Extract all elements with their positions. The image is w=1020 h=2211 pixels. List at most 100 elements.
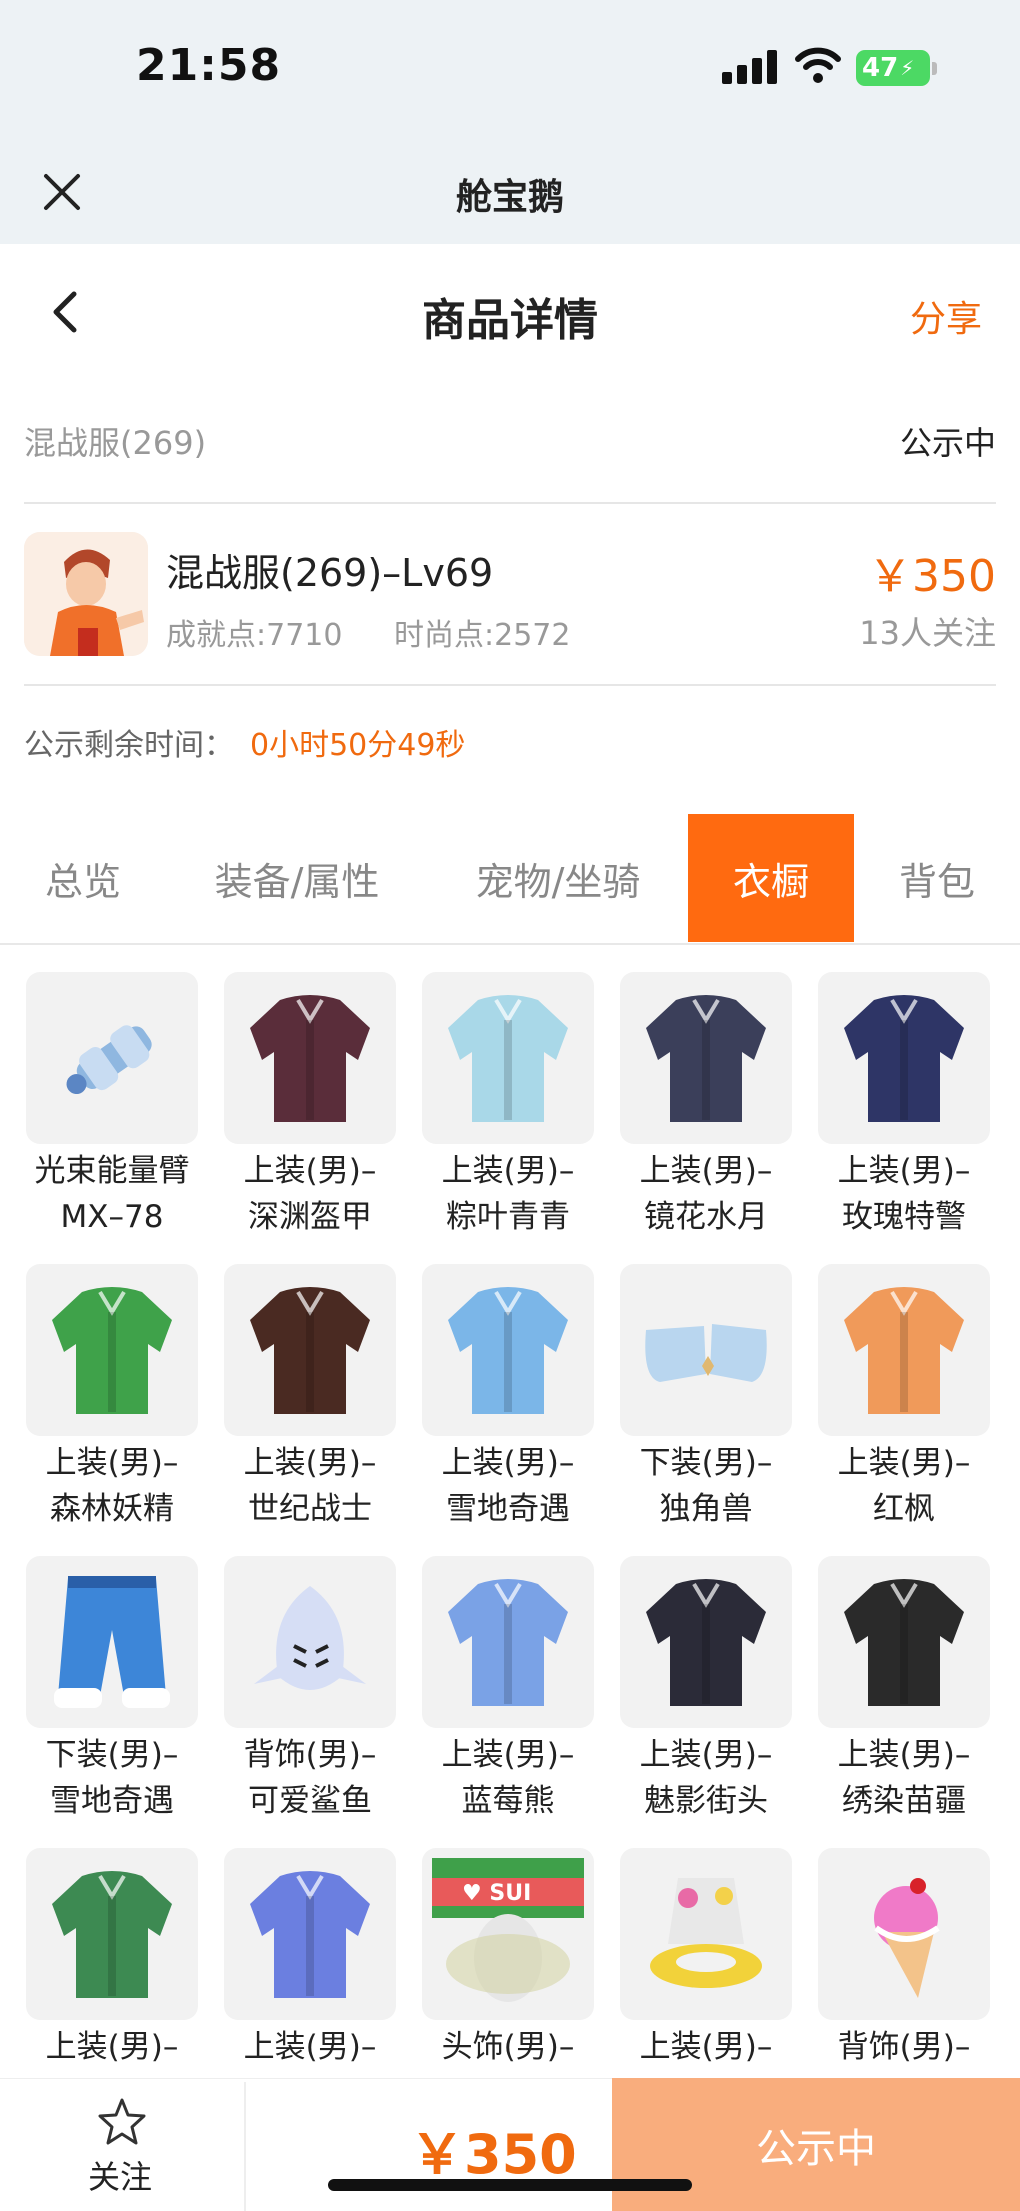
wardrobe-item[interactable]: 背饰(男)– — [818, 1848, 990, 2108]
battery-level: 47 — [862, 53, 899, 83]
wardrobe-item-type: 下装(男)– — [639, 1445, 773, 1481]
wardrobe-item-type: 上装(男)– — [441, 1153, 575, 1189]
wardrobe-item[interactable]: 上装(男)– 镜花水月 — [620, 972, 792, 1235]
wardrobe-item[interactable]: 上装(男)– — [224, 1848, 396, 2108]
battery-cap — [932, 62, 937, 75]
wardrobe-item-name: 独角兽 — [659, 1491, 753, 1527]
wardrobe-item[interactable]: 下装(男)– 独角兽 — [620, 1264, 792, 1527]
wardrobe-item[interactable]: 上装(男)– 蓝莓熊 — [422, 1556, 594, 1819]
tab-bar: 总览 装备/属性 宠物/坐骑 衣橱 背包 — [0, 814, 1020, 944]
wardrobe-item-type: 上装(男)– — [639, 1153, 773, 1189]
wardrobe-item-label: 上装(男)– 世纪战士 — [210, 1440, 410, 1532]
item-name: 混战服(269)–Lv69 — [166, 551, 494, 595]
floatie-icon — [620, 1848, 792, 2020]
divider — [244, 2082, 246, 2211]
wardrobe-item-name: 镜花水月 — [644, 1199, 768, 1235]
energy-arm-icon — [26, 972, 198, 1144]
countdown-label: 公示剩余时间： — [24, 728, 234, 763]
star-icon — [98, 2098, 146, 2145]
wardrobe-item-type: 上装(男)– — [639, 1737, 773, 1773]
wardrobe-item-label: 上装(男)– 森林妖精 — [12, 1440, 212, 1532]
status-button-label: 公示中 — [756, 2125, 876, 2172]
home-indicator — [328, 2179, 692, 2191]
divider — [24, 684, 996, 686]
uniform-icon — [818, 972, 990, 1144]
wardrobe-item[interactable]: 上装(男)– 红枫 — [818, 1264, 990, 1527]
bottom-price: ￥350 — [410, 2123, 577, 2186]
wardrobe-item-name: 深渊盔甲 — [248, 1199, 372, 1235]
street-jacket-icon — [620, 1556, 792, 1728]
achievement-points: 成就点:7710 — [166, 618, 343, 653]
follow-button[interactable]: 关注 — [60, 2096, 180, 2196]
wardrobe-item[interactable]: 下装(男)– 雪地奇遇 — [26, 1556, 198, 1819]
wardrobe-item-type: 头饰(男)– — [441, 2029, 575, 2065]
follower-count: 13人关注 — [859, 614, 996, 652]
pants-icon — [26, 1556, 198, 1728]
tab-label: 总览 — [44, 859, 121, 904]
tab-pets[interactable]: 宠物/坐骑 — [428, 814, 688, 942]
tab-label: 宠物/坐骑 — [475, 859, 641, 904]
wardrobe-item-type: 上装(男)– — [243, 1445, 377, 1481]
share-button[interactable]: 分享 — [910, 290, 982, 342]
boots-icon — [620, 1264, 792, 1436]
wardrobe-item-label: 上装(男)– 红枫 — [804, 1440, 1004, 1532]
shark-icon — [224, 1556, 396, 1728]
status-time: 21:58 — [136, 40, 282, 91]
wardrobe-item-type: 上装(男)– — [441, 1445, 575, 1481]
wardrobe-item[interactable]: 上装(男)– 玫瑰特警 — [818, 972, 990, 1235]
wardrobe-item-label: 上装(男)– — [12, 2024, 212, 2070]
tab-label: 装备/属性 — [214, 859, 380, 904]
page-title: 商品详情 — [422, 295, 598, 346]
wardrobe-item[interactable]: 上装(男)– — [26, 1848, 198, 2108]
wardrobe-item-name: 森林妖精 — [50, 1491, 174, 1527]
wardrobe-item[interactable]: 上装(男)– — [620, 1848, 792, 2108]
wardrobe-item-type: 上装(男)– — [45, 2029, 179, 2065]
fashion-points: 时尚点:2572 — [394, 618, 571, 653]
tab-label: 衣橱 — [732, 859, 809, 904]
tab-overview[interactable]: 总览 — [0, 814, 166, 942]
wardrobe-item-label: 头饰(男)– — [408, 2024, 608, 2070]
graffiti-jacket-icon — [224, 1848, 396, 2020]
character-avatar — [24, 532, 148, 656]
wardrobe-item[interactable]: ♥ SUI 头饰(男)– — [422, 1848, 594, 2108]
wardrobe-item[interactable]: 上装(男)– 深渊盔甲 — [224, 972, 396, 1235]
hat-icon: ♥ SUI — [422, 1848, 594, 2020]
leaf-outfit-icon — [26, 1264, 198, 1436]
jacket-icon — [620, 972, 792, 1144]
wardrobe-item-label: 上装(男)– 雪地奇遇 — [408, 1440, 608, 1532]
wardrobe-item[interactable]: 上装(男)– 世纪战士 — [224, 1264, 396, 1527]
wardrobe-item-label: 背饰(男)– — [804, 2024, 1004, 2070]
wardrobe-item-name: 世纪战士 — [248, 1491, 372, 1527]
tab-bag[interactable]: 背包 — [854, 814, 1020, 942]
wifi-icon — [795, 47, 841, 83]
wardrobe-item[interactable]: 上装(男)– 魅影街头 — [620, 1556, 792, 1819]
wardrobe-item[interactable]: 上装(男)– 粽叶青青 — [422, 972, 594, 1235]
wardrobe-item-label: 上装(男)– — [210, 2024, 410, 2070]
status-button[interactable]: 公示中 — [612, 2078, 1020, 2211]
wardrobe-item-label: 上装(男)– 玫瑰特警 — [804, 1148, 1004, 1240]
wardrobe-item-type: 上装(男)– — [837, 1445, 971, 1481]
wardrobe-item-name: 玫瑰特警 — [842, 1199, 966, 1235]
wardrobe-item-label: 上装(男)– 蓝莓熊 — [408, 1732, 608, 1824]
embroidered-icon — [818, 1556, 990, 1728]
wardrobe-item[interactable]: 背饰(男)– 可爱鲨鱼 — [224, 1556, 396, 1819]
armor-icon — [224, 972, 396, 1144]
wardrobe-item-name: 红枫 — [873, 1491, 935, 1527]
vest-icon — [26, 1848, 198, 2020]
wardrobe-item-type: 背饰(男)– — [837, 2029, 971, 2065]
wardrobe-item[interactable]: 光束能量臂 MX–78 — [26, 972, 198, 1235]
tab-equipment[interactable]: 装备/属性 — [166, 814, 428, 942]
wardrobe-item[interactable]: 上装(男)– 森林妖精 — [26, 1264, 198, 1527]
wardrobe-item-type: 上装(男)– — [243, 2029, 377, 2065]
tab-wardrobe[interactable]: 衣橱 — [688, 814, 854, 942]
wardrobe-item-label: 上装(男)– 绣染苗疆 — [804, 1732, 1004, 1824]
battery-icon: 47 ⚡ — [856, 50, 930, 86]
wardrobe-item-label: 上装(男)– 镜花水月 — [606, 1148, 806, 1240]
wardrobe-item-type: 上装(男)– — [639, 2029, 773, 2065]
wardrobe-item[interactable]: 上装(男)– 雪地奇遇 — [422, 1264, 594, 1527]
wardrobe-item[interactable]: 上装(男)– 绣染苗疆 — [818, 1556, 990, 1819]
icecream-icon — [818, 1848, 990, 2020]
robe-icon — [422, 972, 594, 1144]
wardrobe-item-name: 魅影街头 — [644, 1783, 768, 1819]
wardrobe-item-label: 上装(男)– 魅影街头 — [606, 1732, 806, 1824]
